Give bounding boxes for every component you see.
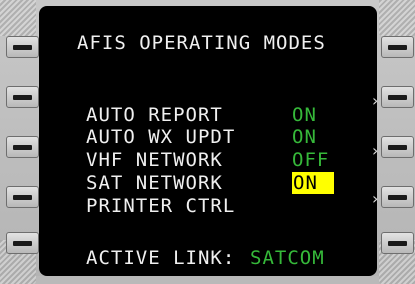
lsk-bar-icon xyxy=(13,45,32,50)
lsk-bar-icon xyxy=(13,195,32,200)
lsk-4l[interactable] xyxy=(6,186,39,208)
chevron-right-icon: › xyxy=(372,141,379,160)
page-title: AFIS OPERATING MODES xyxy=(77,32,326,54)
row-label-auto-wx-updt: AUTO WX UPDT xyxy=(86,126,236,148)
lsk-5l[interactable] xyxy=(6,232,39,254)
lsk-bar-icon xyxy=(13,241,32,246)
row-value-auto-wx-updt: ON xyxy=(292,126,317,148)
lsk-bar-icon xyxy=(388,241,407,246)
lsk-5r[interactable] xyxy=(381,232,414,254)
lsk-2r[interactable] xyxy=(381,86,414,108)
lsk-3r[interactable] xyxy=(381,136,414,158)
lsk-bar-icon xyxy=(13,95,32,100)
chevron-right-icon: › xyxy=(372,189,379,208)
bezel-corner-top-left xyxy=(0,0,36,36)
row-label-vhf-network: VHF NETWORK xyxy=(86,149,223,171)
row-value-auto-report: ON xyxy=(292,104,317,126)
lsk-2l[interactable] xyxy=(6,86,39,108)
cdu-display: AFIS OPERATING MODES AUTO REPORT AUTO WX… xyxy=(39,6,379,276)
lsk-3l[interactable] xyxy=(6,136,39,158)
lsk-bar-icon xyxy=(388,45,407,50)
row-label-auto-report: AUTO REPORT xyxy=(86,104,223,126)
lsk-bar-icon xyxy=(388,145,407,150)
lsk-bar-icon xyxy=(13,145,32,150)
lsk-1l[interactable] xyxy=(6,36,39,58)
lsk-4r[interactable] xyxy=(381,186,414,208)
lsk-bar-icon xyxy=(388,95,407,100)
row-value-vhf-network: OFF xyxy=(292,149,330,171)
chevron-right-icon: › xyxy=(372,91,379,110)
row-value-sat-network: ON xyxy=(292,172,334,194)
active-link-label: ACTIVE LINK: xyxy=(86,247,236,269)
row-label-printer-ctrl: PRINTER CTRL xyxy=(86,195,236,217)
lsk-bar-icon xyxy=(388,195,407,200)
active-link-value: SATCOM xyxy=(250,247,325,269)
bezel-corner-top-right xyxy=(379,0,415,36)
row-label-sat-network: SAT NETWORK xyxy=(86,172,223,194)
lsk-1r[interactable] xyxy=(381,36,414,58)
selected-value-highlight: ON xyxy=(292,172,334,194)
